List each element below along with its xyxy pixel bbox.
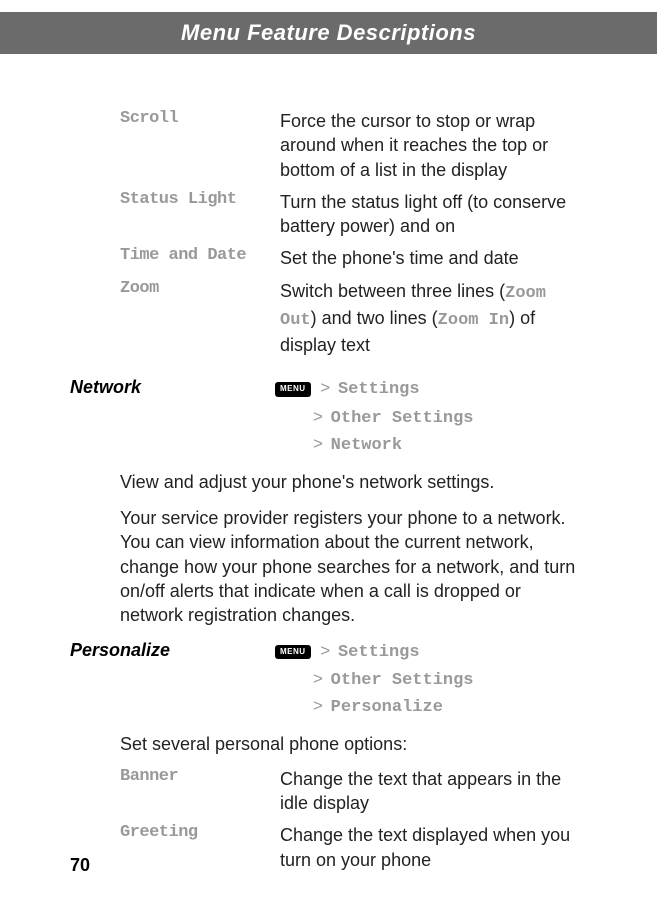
option-desc: Turn the status light off (to conserve b… [280,190,587,239]
network-body-1: View and adjust your phone's network set… [120,470,587,494]
personalize-nav-path: MENU > Settings [275,640,420,665]
menu-icon: MENU [275,645,311,660]
content-area: Scroll Force the cursor to stop or wrap … [0,54,657,872]
nav-item: Other Settings [331,409,474,428]
page-number: 70 [70,855,90,876]
personalize-options-table: Banner Change the text that appears in t… [120,767,587,872]
header-title: Menu Feature Descriptions [181,20,476,46]
option-term: Time and Date [120,246,280,270]
personalize-body-1: Set several personal phone options: [120,732,587,756]
nav-item: Settings [338,380,420,399]
nav-item: Other Settings [331,671,474,690]
option-term: Greeting [120,823,280,872]
nav-line: > Other Settings [70,668,587,693]
top-options-table: Scroll Force the cursor to stop or wrap … [120,109,587,357]
nav-line: > Network [70,433,587,458]
option-row: Banner Change the text that appears in t… [120,767,587,816]
nav-line: > Personalize [70,695,587,720]
option-desc: Change the text displayed when you turn … [280,823,587,872]
personalize-heading-row: Personalize MENU > Settings [70,640,587,665]
option-row: Scroll Force the cursor to stop or wrap … [120,109,587,182]
nav-separator: > [313,434,323,453]
nav-item: Settings [338,643,420,662]
option-row: Time and Date Set the phone's time and d… [120,246,587,270]
option-term: Zoom [120,279,280,357]
option-term: Banner [120,767,280,816]
nav-separator: > [320,641,330,660]
network-body-2: Your service provider registers your pho… [120,506,587,627]
zoom-in-label: Zoom In [438,311,509,330]
nav-separator: > [313,669,323,688]
option-term: Status Light [120,190,280,239]
network-heading-row: Network MENU > Settings [70,377,587,402]
nav-separator: > [313,696,323,715]
personalize-title: Personalize [70,640,275,661]
nav-item: Personalize [331,698,443,717]
option-row: Status Light Turn the status light off (… [120,190,587,239]
page-header: Menu Feature Descriptions [0,12,657,54]
option-row: Greeting Change the text displayed when … [120,823,587,872]
zoom-prefix: Switch between three lines ( [280,281,505,301]
zoom-mid: ) and two lines ( [311,308,438,328]
option-desc: Force the cursor to stop or wrap around … [280,109,587,182]
option-row: Zoom Switch between three lines (Zoom Ou… [120,279,587,357]
option-desc: Change the text that appears in the idle… [280,767,587,816]
nav-separator: > [320,378,330,397]
option-desc: Switch between three lines (Zoom Out) an… [280,279,587,357]
network-nav-path: MENU > Settings [275,377,420,402]
menu-icon: MENU [275,382,311,397]
nav-item: Network [331,436,402,455]
network-title: Network [70,377,275,398]
nav-line: > Other Settings [70,406,587,431]
option-desc: Set the phone's time and date [280,246,587,270]
option-term: Scroll [120,109,280,182]
nav-separator: > [313,407,323,426]
